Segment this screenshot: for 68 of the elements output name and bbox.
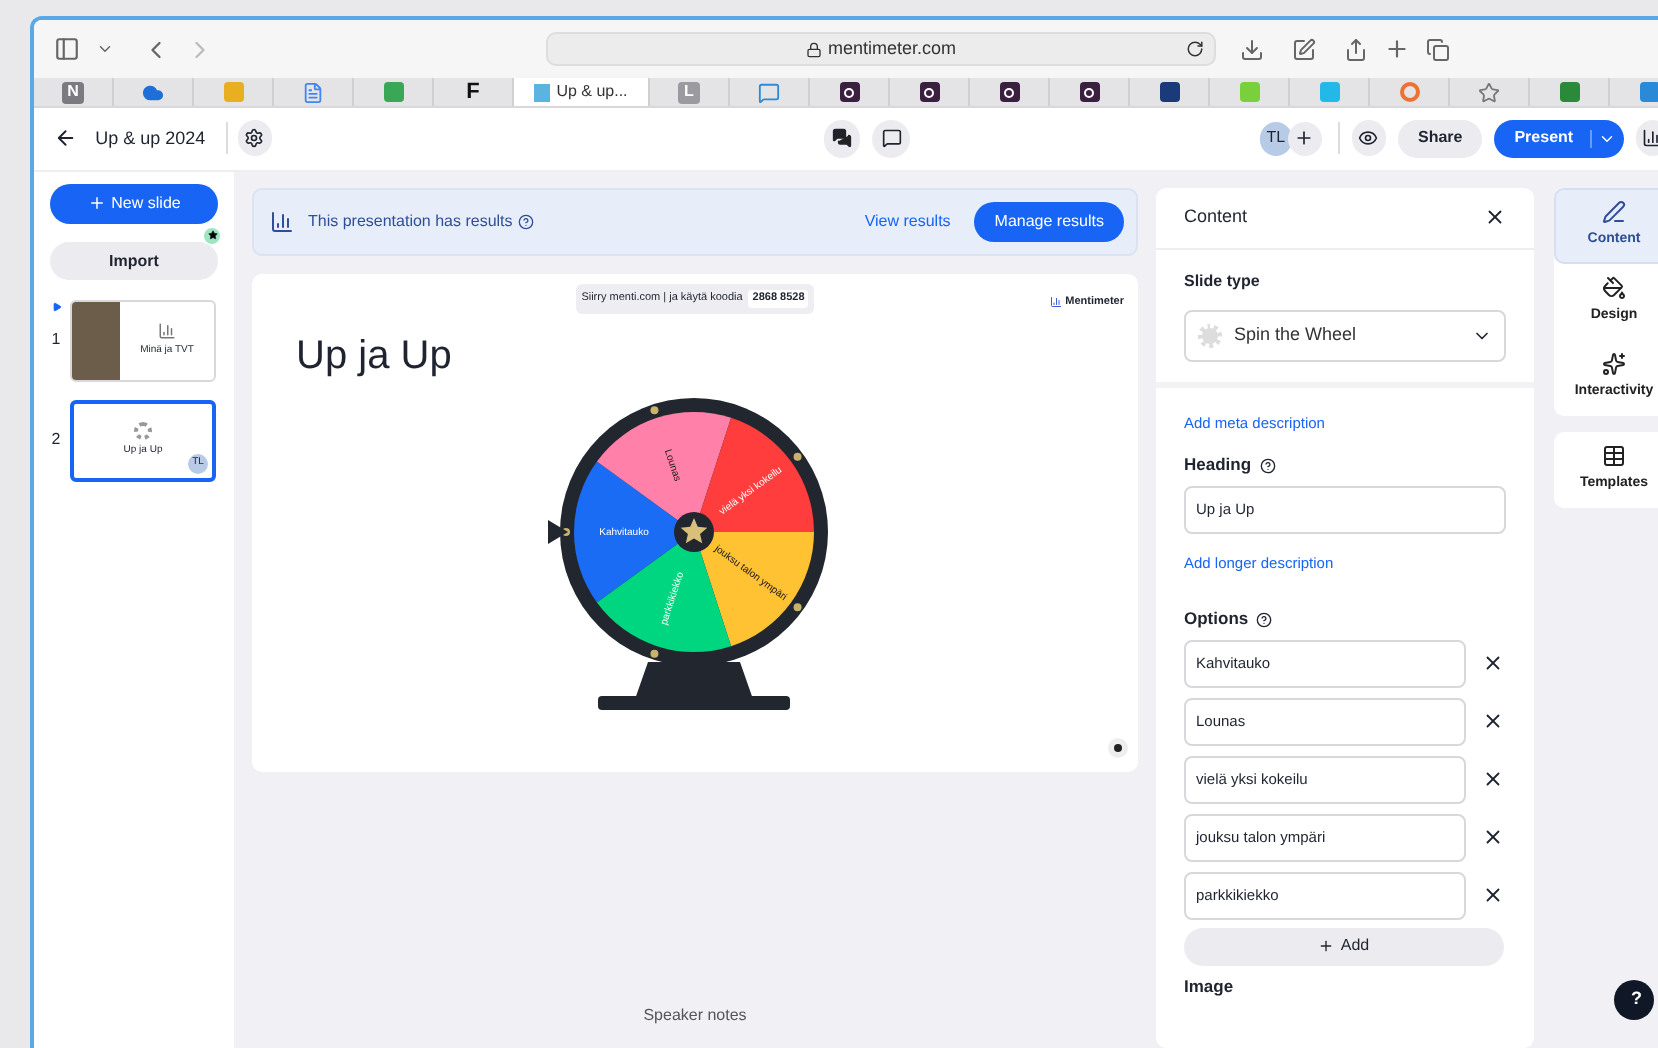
field-label: Slide type: [1184, 269, 1262, 294]
browser-tab[interactable]: Up & up...: [514, 78, 650, 106]
comments-button[interactable]: [824, 119, 861, 158]
address-bar[interactable]: mentimeter.com: [546, 32, 1216, 67]
panel-title: Content: [1184, 204, 1248, 231]
plus-icon: [87, 194, 106, 213]
help-icon[interactable]: [1256, 611, 1273, 628]
field-label: Options: [1184, 606, 1249, 632]
field-label: Heading: [1184, 452, 1252, 478]
slide-heading: Up ja Up: [296, 335, 454, 376]
remove-option-icon[interactable]: [1482, 826, 1504, 849]
field-label: Image: [1184, 977, 1236, 995]
share-button[interactable]: Share: [1397, 119, 1483, 158]
reload-icon[interactable]: [1186, 40, 1204, 59]
sparkle-icon: [1602, 352, 1626, 377]
speech-bubbles-icon: [832, 128, 853, 149]
remove-option-icon[interactable]: [1482, 884, 1504, 907]
remove-option-icon[interactable]: [1482, 710, 1504, 733]
help-icon[interactable]: [518, 213, 535, 230]
presentation-title: Up & up 2024: [95, 125, 206, 152]
chat-button[interactable]: [872, 119, 910, 158]
table-icon: [1602, 444, 1626, 469]
download-icon[interactable]: [1240, 37, 1264, 62]
share-icon[interactable]: [1344, 37, 1368, 62]
help-button[interactable]: ?: [1614, 979, 1654, 1020]
close-icon[interactable]: [1484, 206, 1506, 229]
slide-number: 1: [51, 327, 61, 352]
slide-number: 2: [51, 428, 61, 453]
remove-option-icon[interactable]: [1482, 768, 1504, 791]
favicon-icon: F: [466, 81, 480, 104]
lock-icon: [805, 41, 822, 58]
paint-icon: [1602, 276, 1626, 301]
remove-option-icon[interactable]: [1482, 652, 1504, 675]
eye-icon: [1358, 128, 1379, 149]
wheel-icon: [134, 422, 152, 441]
manage-results-button[interactable]: Manage results: [974, 201, 1124, 242]
chart-icon: [270, 209, 294, 234]
slide-type-dropdown[interactable]: Spin the Wheel: [1184, 309, 1506, 362]
wheel-icon: [1198, 323, 1222, 348]
plus-icon: [1294, 128, 1315, 149]
user-avatar: TL: [1259, 121, 1293, 156]
pen-icon: [1602, 200, 1626, 225]
url-text: mentimeter.com: [827, 35, 957, 62]
photo-placeholder: [72, 301, 120, 380]
import-button[interactable]: Import: [50, 242, 218, 281]
help-icon[interactable]: [1259, 457, 1276, 474]
sidebar-icon[interactable]: [54, 36, 80, 63]
reactions-icon[interactable]: [1108, 737, 1128, 758]
favicon-icon: N: [62, 81, 84, 104]
view-results-link[interactable]: View results: [864, 209, 951, 234]
edit-icon[interactable]: [1292, 37, 1316, 62]
back-arrow-icon[interactable]: [54, 126, 78, 151]
add-collaborator-button[interactable]: [1288, 121, 1322, 156]
settings-icon: [244, 128, 265, 149]
speaker-notes-label[interactable]: Speaker notes: [643, 1003, 747, 1028]
tabs-overview-icon[interactable]: [1426, 37, 1450, 62]
present-button[interactable]: Present: [1494, 119, 1624, 158]
add-option-button[interactable]: Add: [1184, 927, 1504, 966]
bar-chart-icon: [1642, 128, 1658, 149]
new-tab-icon[interactable]: [1384, 36, 1410, 63]
preview-button[interactable]: [1351, 120, 1386, 157]
plus-icon: [1318, 938, 1335, 955]
settings-button[interactable]: [237, 120, 273, 157]
banner-text: This presentation has results: [308, 209, 513, 234]
speech-bubble-icon: [881, 128, 902, 149]
logo-icon: [1049, 296, 1062, 309]
favicon-icon: L: [678, 81, 700, 104]
new-slide-button[interactable]: New slide: [50, 183, 218, 224]
